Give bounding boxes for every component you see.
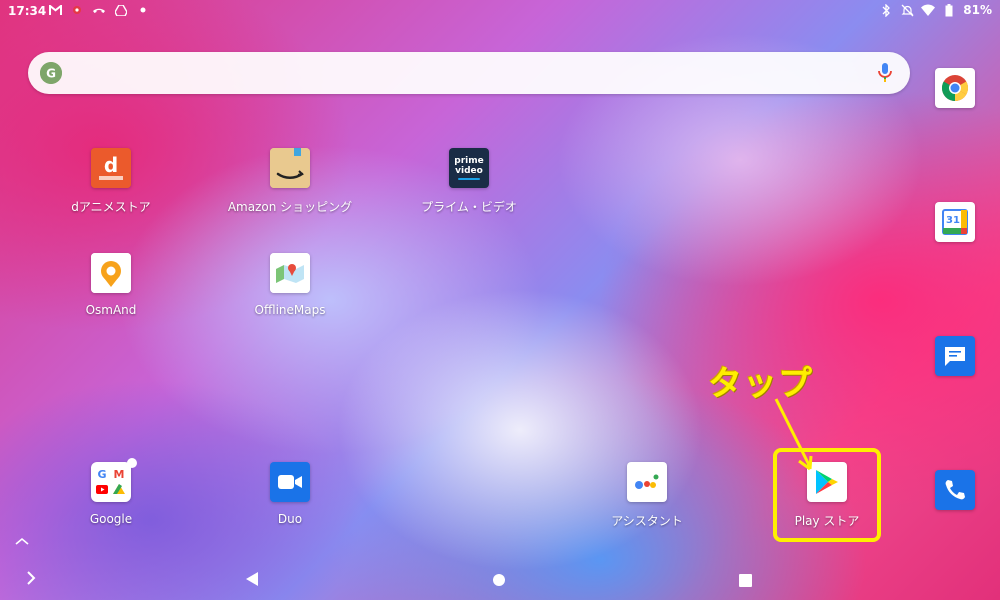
annotation-arrow-icon <box>774 398 813 471</box>
offline-maps-icon <box>270 253 310 293</box>
google-logo-icon: G <box>40 62 62 84</box>
microphone-icon[interactable] <box>878 63 892 87</box>
bluetooth-icon <box>879 3 893 17</box>
calendar-icon[interactable]: 31 <box>935 202 975 242</box>
app-label: プライム・ビデオ <box>421 200 517 214</box>
chrome-icon[interactable] <box>935 68 975 108</box>
svg-text:M: M <box>114 468 125 481</box>
calendar-day: 31 <box>946 215 960 226</box>
osmand-icon <box>91 253 131 293</box>
drive-icon <box>114 3 128 17</box>
duo-icon <box>270 462 310 502</box>
recents-icon[interactable] <box>739 572 752 591</box>
app-label: OsmAnd <box>85 303 137 317</box>
svg-text:d: d <box>104 153 118 177</box>
missed-call-icon <box>92 3 106 17</box>
app-osmand[interactable]: OsmAnd <box>41 253 181 317</box>
expand-icon[interactable] <box>14 531 30 550</box>
search-input[interactable] <box>72 60 856 88</box>
do-not-disturb-icon <box>900 3 914 17</box>
app-label: dアニメストア <box>71 200 151 214</box>
danime-store-icon: d <box>91 148 131 188</box>
assistant-icon <box>627 462 667 502</box>
notification-badge-icon <box>127 458 137 468</box>
app-assistant[interactable]: アシスタント <box>577 462 717 529</box>
app-danime-store[interactable]: d dアニメストア <box>41 148 181 215</box>
wifi-icon <box>921 3 936 17</box>
app-google-folder[interactable]: G M Google <box>41 458 181 526</box>
app-duo[interactable]: Duo <box>220 462 360 526</box>
home-icon[interactable] <box>492 572 506 591</box>
svg-text:G: G <box>46 67 56 81</box>
battery-icon <box>942 3 956 17</box>
app-label: Google <box>89 512 133 526</box>
battery-level: 81% <box>963 3 992 17</box>
app-label: Duo <box>277 512 303 526</box>
messages-icon[interactable] <box>935 336 975 376</box>
amazon-shopping-icon <box>270 148 310 188</box>
app-prime-video[interactable]: prime video プライム・ビデオ <box>399 148 539 215</box>
status-bar: 17:34 81% <box>0 0 1000 22</box>
svg-text:G: G <box>97 468 106 481</box>
dot-icon <box>136 3 150 17</box>
navigation-bar <box>0 537 1000 600</box>
app-offline-maps[interactable]: OfflineMaps <box>220 253 360 317</box>
google-search-bar[interactable]: G <box>28 52 910 94</box>
app-label: アシスタント <box>611 514 683 528</box>
video-icon-text: video <box>455 166 483 176</box>
app-label: Amazon ショッピング <box>227 200 353 214</box>
notification-dot-icon <box>70 3 84 17</box>
gmail-icon <box>48 3 62 17</box>
app-amazon-shopping[interactable]: Amazon ショッピング <box>220 148 360 215</box>
status-time: 17:34 <box>8 4 47 18</box>
phone-icon[interactable] <box>935 470 975 510</box>
side-expand-icon[interactable] <box>26 570 36 590</box>
back-icon[interactable] <box>244 571 260 591</box>
prime-video-icon: prime video <box>449 148 489 188</box>
google-folder-icon: G M <box>91 462 131 502</box>
prime-icon-text: prime <box>454 156 484 166</box>
app-label: OfflineMaps <box>254 303 326 317</box>
